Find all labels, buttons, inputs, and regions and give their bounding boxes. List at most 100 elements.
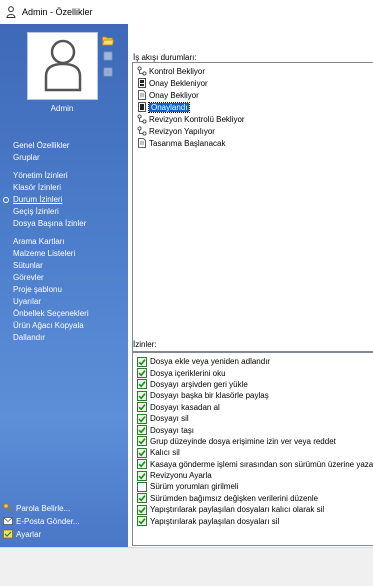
- permission-checkbox[interactable]: [137, 390, 147, 401]
- sidebar-item-gruplar[interactable]: Gruplar: [13, 152, 125, 164]
- sidebar-item-malzeme-listeleri[interactable]: Malzeme Listeleri: [13, 248, 125, 260]
- sidebar-item-sutunlar[interactable]: Sütunlar: [13, 260, 125, 272]
- sidebar-item-klasor-izinleri[interactable]: Klasör İzinleri: [13, 182, 125, 194]
- sidebar-item-dosya-basina-izinler[interactable]: Dosya Başına İzinler: [13, 218, 125, 230]
- permission-checkbox[interactable]: [137, 368, 147, 379]
- permission-row[interactable]: Grup düzeyinde dosya erişimine izin ver …: [133, 436, 373, 447]
- properties-icon[interactable]: [102, 66, 114, 78]
- permission-label: Dosya ekle veya yeniden adlandır: [150, 357, 271, 367]
- permission-checkbox[interactable]: [137, 413, 147, 424]
- permission-row[interactable]: Dosyayı kasadan al: [133, 402, 373, 413]
- permission-checkbox[interactable]: [137, 379, 147, 390]
- workflow-state-row-selected[interactable]: Onaylandı: [133, 101, 373, 113]
- workflow-states-list[interactable]: Kontrol Bekliyor Onay Bekleniyor Onay Be…: [132, 62, 373, 352]
- checkmark-icon: [138, 495, 146, 502]
- sidebar-item-uyarilar[interactable]: Uyarılar: [13, 296, 125, 308]
- permission-row[interactable]: Dosyayı başka bir klasörle paylaş: [133, 390, 373, 401]
- person-silhouette-icon: [43, 38, 83, 94]
- sidebar-item-label: Durum İzinleri: [13, 195, 63, 204]
- sidebar-item-durum-izinleri[interactable]: Durum İzinleri: [3, 194, 125, 206]
- sidebar-item-urun-agaci-kopyala[interactable]: Ürün Ağacı Kopyala: [13, 320, 125, 332]
- permission-checkbox[interactable]: [137, 402, 147, 413]
- status-bar: [0, 547, 373, 586]
- workflow-state-row[interactable]: Kontrol Bekliyor: [133, 65, 373, 77]
- permission-row[interactable]: Sürüm yorumları girilmeli: [133, 481, 373, 492]
- checkmark-icon: [138, 461, 146, 468]
- permission-row[interactable]: Kasaya gönderme işlemi sırasından son sü…: [133, 459, 373, 470]
- permission-checkbox[interactable]: [137, 516, 147, 527]
- permission-row[interactable]: Dosya ekle veya yeniden adlandır: [133, 356, 373, 367]
- permission-checkbox[interactable]: [137, 425, 147, 436]
- permission-checkbox[interactable]: [137, 459, 147, 470]
- permission-row[interactable]: Dosya içeriklerini oku: [133, 367, 373, 379]
- delete-icon[interactable]: [102, 50, 114, 62]
- side-toolbar: [102, 34, 116, 82]
- permissions-list: Dosya ekle veya yeniden adlandır Dosya iç…: [132, 352, 373, 546]
- workflow-state-icon: [137, 126, 147, 136]
- permission-checkbox[interactable]: [137, 481, 147, 492]
- permission-row[interactable]: Yapıştırılarak paylaşılan dosyaları sil: [133, 515, 373, 527]
- sidebar-item-onbellek-secenekleri[interactable]: Önbellek Seçenekleri: [13, 308, 125, 320]
- sidebar-item-yonetim-izinleri[interactable]: Yönetim İzinleri: [13, 170, 125, 182]
- permission-checkbox[interactable]: [137, 447, 147, 458]
- permission-checkbox[interactable]: [137, 436, 147, 447]
- permission-row[interactable]: Dosyayı sil: [133, 413, 373, 424]
- settings-link[interactable]: Ayarlar: [3, 528, 125, 540]
- permission-row[interactable]: Kalıcı sil: [133, 447, 373, 458]
- folder-open-icon[interactable]: [102, 34, 114, 46]
- send-email-label: E-Posta Gönder...: [16, 516, 80, 526]
- checkmark-icon: [138, 404, 146, 411]
- permission-row[interactable]: Dosyayı arşivden geri yükle: [133, 379, 373, 390]
- user-icon: [4, 5, 18, 19]
- workflow-state-label: Tasarıma Başlanacak: [149, 138, 226, 148]
- checkmark-icon: [138, 381, 146, 388]
- checkmark-icon: [138, 392, 146, 400]
- workflow-state-row[interactable]: Revizyon Yapılıyor: [133, 125, 373, 137]
- permission-label: Sürüm yorumları girilmeli: [150, 482, 239, 492]
- sidebar-item-gecis-izinleri[interactable]: Geçiş İzinleri: [13, 206, 125, 218]
- permission-row[interactable]: Yapıştırılarak paylaşılan dosyaları kalı…: [133, 504, 373, 515]
- permission-checkbox[interactable]: [137, 493, 147, 504]
- checkmark-icon: [138, 358, 146, 366]
- set-password-label: Parola Belirle...: [16, 503, 71, 513]
- workflow-state-icon: [137, 66, 147, 76]
- workflow-state-label: Onay Bekliyor: [149, 90, 199, 100]
- permission-label: Dosyayı taşı: [150, 425, 195, 435]
- approved-state-icon: [137, 102, 147, 112]
- checkmark-icon: [138, 472, 146, 480]
- avatar: [27, 32, 98, 100]
- workflow-state-row[interactable]: Onay Bekleniyor: [133, 77, 373, 89]
- window-title: Admin - Özellikler: [22, 7, 93, 17]
- selection-bullet-icon: [3, 197, 9, 203]
- sidebar: Admin Genel Özellikler Gruplar Yönetim İ…: [0, 24, 128, 547]
- permission-label: Kalıcı sil: [150, 448, 180, 458]
- settings-label: Ayarlar: [16, 529, 42, 539]
- sidebar-item-genel-ozellikler[interactable]: Genel Özellikler: [13, 140, 125, 152]
- permission-label: Dosyayı kasadan al: [150, 402, 220, 412]
- permission-row[interactable]: Dosyayı taşı: [133, 424, 373, 436]
- permission-checkbox[interactable]: [137, 504, 147, 515]
- document-state-icon: [137, 138, 147, 148]
- workflow-state-label: Revizyon Kontrolü Bekliyor: [149, 114, 245, 124]
- checkmark-icon: [138, 415, 146, 423]
- sidebar-item-arama-kartlari[interactable]: Arama Kartları: [13, 236, 125, 248]
- send-email-link[interactable]: E-Posta Gönder...: [3, 515, 125, 527]
- set-password-link[interactable]: Parola Belirle...: [3, 502, 125, 514]
- permission-label: Yapıştırılarak paylaşılan dosyaları kalı…: [150, 505, 325, 515]
- document-state-icon: [137, 90, 147, 100]
- workflow-state-row[interactable]: Onay Bekliyor: [133, 89, 373, 101]
- sidebar-item-proje-sablonu[interactable]: Proje şablonu: [13, 284, 125, 296]
- workflow-state-label: Revizyon Yapılıyor: [149, 126, 215, 136]
- workflow-state-row[interactable]: Revizyon Kontrolü Bekliyor: [133, 113, 373, 125]
- permission-label: Yapıştırılarak paylaşılan dosyaları sil: [150, 516, 280, 526]
- permission-checkbox[interactable]: [137, 470, 147, 481]
- permission-row[interactable]: Sürümden bağımsız değişken verilerini dü…: [133, 493, 373, 504]
- sidebar-item-gorevler[interactable]: Görevler: [13, 272, 125, 284]
- bottom-links: Parola Belirle... E-Posta Gönder... Ayar…: [3, 502, 125, 541]
- title-bar: Admin - Özellikler: [0, 0, 373, 24]
- permission-row[interactable]: Revizyonu Ayarla: [133, 470, 373, 481]
- sidebar-item-dallandir[interactable]: Dallandır: [13, 332, 125, 344]
- permission-checkbox[interactable]: [137, 356, 147, 367]
- workflow-state-row[interactable]: Tasarıma Başlanacak: [133, 137, 373, 149]
- sidebar-nav: Genel Özellikler Gruplar Yönetim İzinler…: [3, 140, 125, 344]
